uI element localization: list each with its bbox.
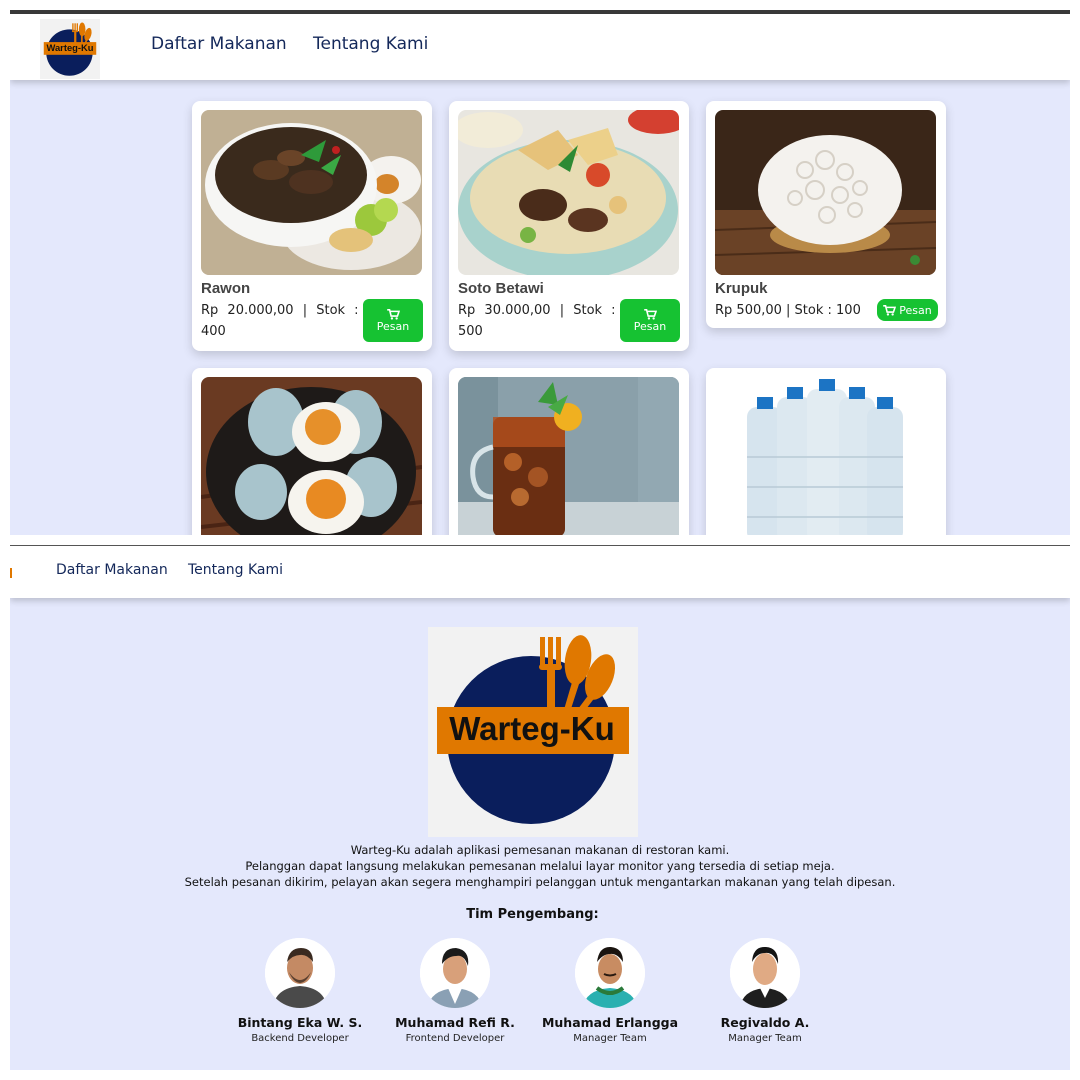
product-card-krupuk: Krupuk Rp 500,00 | Stok : 100 Pesan xyxy=(706,101,946,328)
about-description: Warteg-Ku adalah aplikasi pemesanan maka… xyxy=(10,842,1070,890)
product-name: Rawon xyxy=(201,280,251,297)
product-card-soto-betawi: Soto Betawi Rp 30.000,00 | Stok : 500 Pe… xyxy=(449,101,689,351)
member-name: Bintang Eka W. S. xyxy=(237,1015,363,1030)
nav-link-daftar-makanan[interactable]: Daftar Makanan xyxy=(56,562,168,578)
product-price-stock: Rp 30.000,00 | Stok : 500 xyxy=(458,303,616,339)
pesan-button-label: Pesan xyxy=(899,303,932,317)
team-member: Muhamad Refi R. Frontend Developer xyxy=(375,938,535,1044)
nav-link-daftar-makanan[interactable]: Daftar Makanan xyxy=(151,34,287,54)
member-role: Frontend Developer xyxy=(405,1033,505,1044)
warteg-ku-logo-icon: Warteg-Ku xyxy=(428,627,638,837)
salted-egg-image xyxy=(201,377,422,535)
soto-betawi-image xyxy=(458,110,679,275)
soto-betawi-image-icon xyxy=(458,110,679,275)
product-name: Krupuk xyxy=(715,280,768,297)
product-card-iced-tea xyxy=(449,368,689,535)
water-bottles-image-icon xyxy=(715,377,936,535)
nav-link-tentang-kami[interactable]: Tentang Kami xyxy=(188,562,283,578)
avatar xyxy=(420,938,490,1008)
navbar: Warteg-Ku Daftar Makanan Tentang Kami xyxy=(10,14,1070,80)
member-role: Manager Team xyxy=(728,1033,802,1044)
navbar: Daftar Makanan Tentang Kami xyxy=(10,546,1070,598)
about-line: Pelanggan dapat langsung melakukan pemes… xyxy=(245,859,835,873)
member-role: Backend Developer xyxy=(251,1033,349,1044)
member-name: Regivaldo A. xyxy=(720,1015,810,1030)
pesan-button[interactable]: Pesan xyxy=(363,299,423,342)
logo-text: Warteg-Ku xyxy=(46,42,93,53)
team-member: Regivaldo A. Manager Team xyxy=(685,938,845,1044)
member-name: Muhamad Refi R. xyxy=(395,1015,515,1030)
cart-icon xyxy=(386,308,400,320)
avatar-man-icon xyxy=(420,938,490,1008)
avatar-man-icon xyxy=(575,938,645,1008)
team-title: Tim Pengembang: xyxy=(466,907,599,922)
krupuk-image-icon xyxy=(715,110,936,275)
app-logo[interactable]: Warteg-Ku xyxy=(40,19,100,79)
avatar xyxy=(575,938,645,1008)
logo-edge xyxy=(10,568,12,578)
pesan-button-label: Pesan xyxy=(376,319,410,333)
avatar-man-icon xyxy=(265,938,335,1008)
product-card-salted-egg xyxy=(192,368,432,535)
about-screenshot: Daftar Makanan Tentang Kami Warteg-Ku Wa… xyxy=(10,545,1070,1070)
about-line: Warteg-Ku adalah aplikasi pemesanan maka… xyxy=(350,843,730,857)
member-name: Muhamad Erlangga xyxy=(541,1015,679,1030)
rawon-image xyxy=(201,110,422,275)
salted-egg-image-icon xyxy=(201,377,422,535)
menu-screenshot: Warteg-Ku Daftar Makanan Tentang Kami Ra… xyxy=(10,10,1070,535)
krupuk-image xyxy=(715,110,936,275)
water-bottles-image xyxy=(715,377,936,535)
avatar xyxy=(265,938,335,1008)
team-member: Bintang Eka W. S. Backend Developer xyxy=(220,938,380,1044)
iced-tea-image xyxy=(458,377,679,535)
nav-link-tentang-kami[interactable]: Tentang Kami xyxy=(313,34,428,54)
product-card-rawon: Rawon Rp 20.000,00 | Stok : 400 Pesan xyxy=(192,101,432,351)
product-name: Soto Betawi xyxy=(458,280,544,297)
pesan-button[interactable]: Pesan xyxy=(620,299,680,342)
pesan-button[interactable]: Pesan xyxy=(877,299,938,321)
cart-icon xyxy=(643,308,657,320)
rawon-image-icon xyxy=(201,110,422,275)
avatar xyxy=(730,938,800,1008)
member-role: Manager Team xyxy=(573,1033,647,1044)
team-member: Muhamad Erlangga Manager Team xyxy=(530,938,690,1044)
logo-text: Warteg-Ku xyxy=(449,710,615,747)
warteg-ku-logo-icon: Warteg-Ku xyxy=(41,20,99,78)
about-logo: Warteg-Ku xyxy=(428,627,638,837)
product-price-stock: Rp 20.000,00 | Stok : 400 xyxy=(201,303,359,339)
avatar-man-icon xyxy=(730,938,800,1008)
page: Warteg-Ku Daftar Makanan Tentang Kami Ra… xyxy=(0,0,1080,1080)
cart-icon xyxy=(883,304,897,316)
product-card-water xyxy=(706,368,946,535)
about-line: Setelah pesanan dikirim, pelayan akan se… xyxy=(184,875,896,889)
pesan-button-label: Pesan xyxy=(633,319,667,333)
iced-tea-image-icon xyxy=(458,377,679,535)
